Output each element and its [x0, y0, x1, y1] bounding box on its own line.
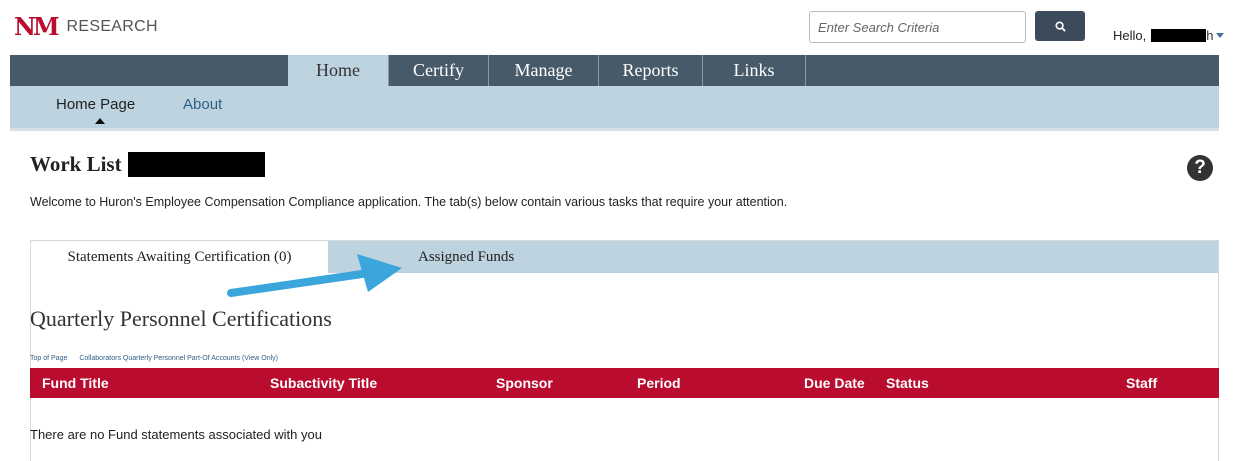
column-fund-title[interactable]: Fund Title	[42, 368, 109, 398]
tab-home[interactable]: Home	[288, 55, 388, 86]
active-indicator-icon	[95, 118, 105, 124]
tab-links[interactable]: Links	[702, 55, 805, 86]
tab-reports[interactable]: Reports	[598, 55, 702, 86]
column-due-date[interactable]: Due Date	[804, 368, 865, 398]
column-period[interactable]: Period	[637, 368, 681, 398]
column-sponsor[interactable]: Sponsor	[496, 368, 553, 398]
logo-text: RESEARCH	[66, 18, 158, 35]
link-top-of-page[interactable]: Top of Page	[30, 355, 67, 362]
table-header: Fund Title Subactivity Title Sponsor Per…	[30, 368, 1219, 398]
tab-manage[interactable]: Manage	[488, 55, 598, 86]
tab-certify[interactable]: Certify	[388, 55, 488, 86]
unm-logo[interactable]: NM RESEARCH	[14, 14, 158, 40]
column-staff[interactable]: Staff	[1126, 368, 1157, 398]
help-icon[interactable]: ?	[1187, 155, 1213, 181]
page-title-text: Work List	[30, 152, 122, 176]
nav-divider	[805, 55, 806, 86]
worklist-tabstrip: Statements Awaiting Certification (0) As…	[31, 241, 1218, 274]
tab-statements-awaiting-certification[interactable]: Statements Awaiting Certification (0)	[31, 241, 328, 274]
main-nav: Home Certify Manage Reports Links	[10, 55, 1219, 86]
column-status[interactable]: Status	[886, 368, 929, 398]
greeting-tail: h	[1206, 28, 1214, 43]
chevron-down-icon	[1216, 33, 1225, 38]
subnav-divider	[10, 128, 1219, 131]
sub-nav: Home Page About	[10, 86, 1219, 128]
top-header: NM RESEARCH Hello, h	[0, 0, 1245, 55]
search-button[interactable]	[1035, 11, 1085, 41]
subnav-about[interactable]: About	[183, 96, 222, 113]
link-collaborators-accounts[interactable]: Collaborators Quarterly Personnel Part-O…	[79, 355, 278, 362]
tab-assigned-funds[interactable]: Assigned Funds	[418, 241, 514, 273]
redacted-username	[1151, 29, 1207, 42]
greeting-text: Hello,	[1113, 28, 1147, 43]
subnav-home-page[interactable]: Home Page	[56, 96, 135, 113]
search-input[interactable]	[809, 11, 1026, 43]
welcome-text: Welcome to Huron's Employee Compensation…	[30, 195, 788, 209]
logo-mark: NM	[14, 12, 59, 41]
search-icon	[1054, 20, 1066, 32]
column-subactivity-title[interactable]: Subactivity Title	[270, 368, 377, 398]
empty-table-message: There are no Fund statements associated …	[30, 427, 322, 442]
user-menu[interactable]: Hello, h	[1113, 28, 1225, 43]
page-title: Work List	[30, 152, 265, 177]
redacted-name	[127, 152, 265, 177]
section-links: Top of Page Collaborators Quarterly Pers…	[30, 355, 288, 362]
section-title: Quarterly Personnel Certifications	[30, 306, 332, 331]
